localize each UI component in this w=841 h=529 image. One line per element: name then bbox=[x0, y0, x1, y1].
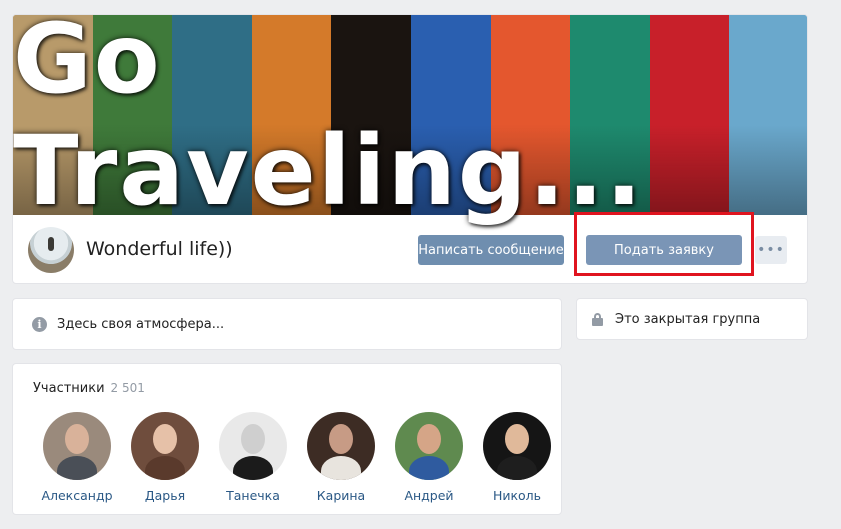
member-item[interactable]: Карина bbox=[297, 412, 385, 503]
member-avatar[interactable] bbox=[483, 412, 551, 480]
member-item[interactable]: Дарья bbox=[121, 412, 209, 503]
members-list: Александр Дарья Танечка Карина Андрей Ни… bbox=[33, 412, 561, 503]
request-button-highlight bbox=[574, 212, 754, 276]
send-message-button[interactable]: Написать сообщение bbox=[418, 235, 564, 265]
member-avatar[interactable] bbox=[395, 412, 463, 480]
members-title: Участники bbox=[33, 381, 105, 396]
member-name[interactable]: Карина bbox=[317, 488, 365, 503]
members-card: Участники 2 501 Александр Дарья Танечка К… bbox=[12, 363, 562, 515]
member-item[interactable]: Андрей bbox=[385, 412, 473, 503]
more-actions-button[interactable]: ••• bbox=[755, 236, 787, 264]
member-name[interactable]: Александр bbox=[41, 488, 112, 503]
closed-group-card: Это закрытая группа bbox=[576, 298, 808, 340]
info-icon: i bbox=[32, 317, 47, 332]
member-name[interactable]: Танечка bbox=[226, 488, 280, 503]
member-avatar[interactable] bbox=[131, 412, 199, 480]
member-avatar[interactable] bbox=[307, 412, 375, 480]
member-name[interactable]: Дарья bbox=[145, 488, 185, 503]
member-item[interactable]: Николь bbox=[473, 412, 561, 503]
member-avatar[interactable] bbox=[219, 412, 287, 480]
member-avatar[interactable] bbox=[43, 412, 111, 480]
cover-title: Go Traveling... bbox=[13, 14, 645, 227]
member-name[interactable]: Николь bbox=[493, 488, 541, 503]
member-name[interactable]: Андрей bbox=[404, 488, 453, 503]
closed-group-label: Это закрытая группа bbox=[615, 312, 761, 327]
group-description: Здесь своя атмосфера... bbox=[57, 317, 225, 332]
members-heading[interactable]: Участники 2 501 bbox=[33, 381, 145, 396]
member-item[interactable]: Танечка bbox=[209, 412, 297, 503]
members-count: 2 501 bbox=[110, 381, 145, 395]
group-description-card: i Здесь своя атмосфера... bbox=[12, 298, 562, 350]
member-item[interactable]: Александр bbox=[33, 412, 121, 503]
group-avatar[interactable] bbox=[28, 227, 74, 273]
lock-icon bbox=[592, 313, 603, 326]
group-name: Wonderful life)) bbox=[86, 238, 233, 260]
